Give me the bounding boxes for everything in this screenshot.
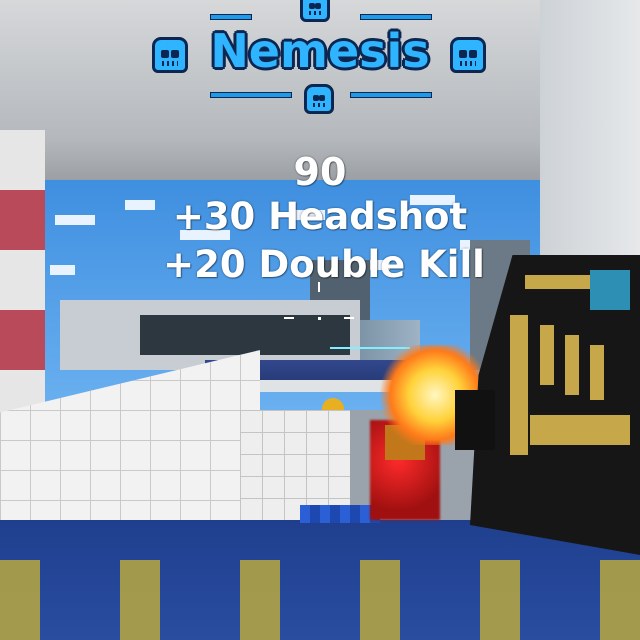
score-total: 90 (293, 150, 347, 194)
skull-icon (152, 37, 188, 73)
floor-pattern (0, 560, 640, 640)
skull-icon (300, 0, 330, 22)
game-viewport[interactable]: Nemesis 90 +30 Headshot +20 Double Kill (0, 0, 640, 640)
achievement-title: Nemesis (210, 24, 430, 78)
player-weapon (455, 255, 640, 555)
bench (300, 505, 380, 523)
double-kill-bonus: +20 Double Kill (163, 243, 485, 286)
crosshair-icon (280, 282, 360, 327)
skull-icon (304, 84, 334, 114)
achievement-banner: Nemesis (150, 0, 490, 114)
skull-icon (450, 37, 486, 73)
headshot-bonus: +30 Headshot (172, 195, 468, 238)
